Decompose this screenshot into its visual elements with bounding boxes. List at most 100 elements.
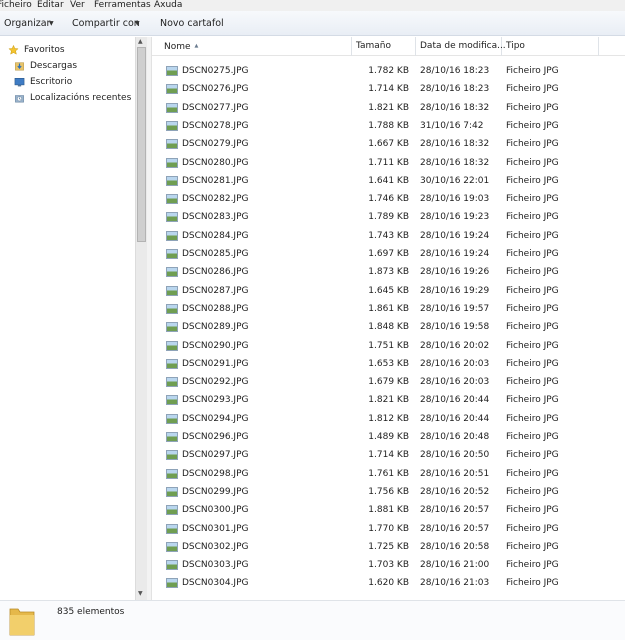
nav-item-escritorio[interactable]: Escritorio	[0, 75, 134, 89]
file-type: Ficheiro JPG	[506, 139, 559, 150]
file-name: DSCN0284.JPG	[182, 230, 249, 241]
desktop-icon	[14, 78, 25, 87]
table-row[interactable]: DSCN0275.JPG 1.782 KB 28/10/16 18:23 Fichei…	[152, 62, 625, 80]
table-row[interactable]: DSCN0278.JPG 1.788 KB 31/10/16 7:42 Ficheir…	[152, 117, 625, 135]
table-row[interactable]: DSCN0279.JPG 1.667 KB 28/10/16 18:32 Fichei…	[152, 135, 625, 153]
file-size: 1.746 KB	[368, 194, 409, 205]
column-header-name[interactable]: Nome ▲	[160, 37, 352, 56]
file-size: 1.751 KB	[368, 340, 409, 351]
file-name: DSCN0299.JPG	[182, 486, 249, 497]
file-date: 28/10/16 20:44	[420, 413, 490, 424]
share-with-button[interactable]: Compartir con	[72, 17, 140, 30]
file-date: 28/10/16 20:50	[420, 450, 490, 461]
scroll-up-icon[interactable]: ▲	[138, 38, 143, 45]
column-header-date[interactable]: Data de modifica...	[416, 37, 506, 56]
file-name: DSCN0300.JPG	[182, 505, 249, 516]
file-name: DSCN0296.JPG	[182, 432, 249, 442]
table-row[interactable]: DSCN0281.JPG 1.641 KB 30/10/16 22:01 Fichei…	[152, 172, 625, 190]
file-size: 1.788 KB	[368, 120, 409, 131]
table-row[interactable]: DSCN0298.JPG 1.761 KB 28/10/16 20:51 Fichei…	[152, 465, 625, 483]
organize-dropdown-icon[interactable]: ▼	[49, 17, 54, 30]
table-row[interactable]: DSCN0292.JPG 1.679 KB 28/10/16 20:03 Fichei…	[152, 373, 625, 391]
table-row[interactable]: DSCN0297.JPG 1.714 KB 28/10/16 20:50 Fichei…	[152, 446, 625, 464]
file-date: 28/10/16 20:44	[420, 395, 490, 406]
jpg-file-icon	[166, 120, 178, 131]
file-size: 1.725 KB	[368, 541, 409, 552]
menu-ficheiro[interactable]: Ficheiro	[0, 0, 32, 11]
recent-places-icon	[15, 95, 24, 103]
column-header-type[interactable]: Tipo	[502, 37, 599, 56]
file-date: 28/10/16 18:23	[420, 84, 490, 95]
table-row[interactable]: DSCN0277.JPG 1.821 KB 28/10/16 18:32 Fichei…	[152, 99, 625, 117]
share-dropdown-icon[interactable]: ▼	[135, 17, 140, 30]
file-date: 28/10/16 20:51	[420, 468, 490, 479]
nav-favorites[interactable]: Favoritos	[0, 43, 134, 57]
table-row[interactable]: DSCN0294.JPG 1.812 KB 28/10/16 20:44 Fichei…	[152, 410, 625, 428]
table-row[interactable]: DSCN0288.JPG 1.861 KB 28/10/16 19:57 Fichei…	[152, 300, 625, 318]
file-type: Ficheiro JPG	[506, 505, 559, 516]
menu-bar: Ficheiro Editar Ver Ferramentas Axuda	[0, 0, 625, 11]
table-row[interactable]: DSCN0302.JPG 1.725 KB 28/10/16 20:58 Fichei…	[152, 538, 625, 556]
file-size: 1.489 KB	[368, 432, 409, 442]
jpg-file-icon	[166, 249, 178, 259]
file-name: DSCN0302.JPG	[182, 541, 249, 552]
table-row[interactable]: DSCN0299.JPG 1.756 KB 28/10/16 20:52 Fichei…	[152, 483, 625, 501]
file-date: 28/10/16 20:57	[420, 523, 490, 534]
table-row[interactable]: DSCN0300.JPG 1.881 KB 28/10/16 20:57 Fichei…	[152, 501, 625, 519]
jpg-file-icon	[166, 377, 178, 388]
table-row[interactable]: DSCN0289.JPG 1.848 KB 28/10/16 19:58 Fichei…	[152, 318, 625, 336]
file-date: 28/10/16 19:26	[420, 267, 490, 278]
menu-editar[interactable]: Editar	[37, 0, 64, 11]
nav-scrollbar[interactable]: ▲ ▼	[135, 37, 147, 600]
table-row[interactable]: DSCN0293.JPG 1.821 KB 28/10/16 20:44 Fichei…	[152, 391, 625, 409]
jpg-file-icon	[166, 157, 178, 168]
file-name: DSCN0276.JPG	[182, 84, 249, 95]
table-row[interactable]: DSCN0282.JPG 1.746 KB 28/10/16 19:03 Fichei…	[152, 190, 625, 208]
nav-scrollbar-thumb[interactable]	[137, 47, 146, 242]
table-row[interactable]: DSCN0280.JPG 1.711 KB 28/10/16 18:32 Fichei…	[152, 154, 625, 172]
file-date: 28/10/16 20:48	[420, 432, 490, 442]
table-row[interactable]: DSCN0303.JPG 1.703 KB 28/10/16 21:00 Fichei…	[152, 556, 625, 574]
scroll-down-icon[interactable]: ▼	[138, 590, 143, 597]
table-row[interactable]: DSCN0285.JPG 1.697 KB 28/10/16 19:24 Fichei…	[152, 245, 625, 263]
file-date: 28/10/16 18:32	[420, 139, 490, 150]
table-row[interactable]: DSCN0291.JPG 1.653 KB 28/10/16 20:03 Fichei…	[152, 355, 625, 373]
file-name: DSCN0285.JPG	[182, 249, 249, 259]
file-type: Ficheiro JPG	[506, 560, 559, 571]
file-size: 1.789 KB	[368, 212, 409, 223]
nav-item-label: Localizacións recentes	[30, 93, 132, 103]
table-row[interactable]: DSCN0283.JPG 1.789 KB 28/10/16 19:23 Fichei…	[152, 208, 625, 226]
column-header-size[interactable]: Tamaño	[352, 37, 416, 56]
file-date: 28/10/16 21:00	[420, 560, 490, 571]
menu-axuda[interactable]: Axuda	[154, 0, 182, 11]
file-name: DSCN0281.JPG	[182, 175, 249, 186]
table-row[interactable]: DSCN0304.JPG 1.620 KB 28/10/16 21:03 Fichei…	[152, 574, 625, 592]
menu-ver[interactable]: Ver	[70, 0, 85, 11]
table-row[interactable]: DSCN0290.JPG 1.751 KB 28/10/16 20:02 Fichei…	[152, 337, 625, 355]
file-date: 28/10/16 20:02	[420, 340, 490, 351]
new-folder-button[interactable]: Novo cartafol	[160, 17, 224, 30]
table-row[interactable]: DSCN0296.JPG 1.489 KB 28/10/16 20:48 Fichei…	[152, 428, 625, 446]
table-row[interactable]: DSCN0287.JPG 1.645 KB 28/10/16 19:29 Fichei…	[152, 282, 625, 300]
file-size: 1.821 KB	[368, 395, 409, 406]
table-row[interactable]: DSCN0301.JPG 1.770 KB 28/10/16 20:57 Fichei…	[152, 520, 625, 538]
menu-ferramentas[interactable]: Ferramentas	[94, 0, 151, 11]
file-date: 28/10/16 20:03	[420, 377, 490, 388]
file-type: Ficheiro JPG	[506, 66, 559, 76]
file-size: 1.620 KB	[368, 578, 409, 589]
nav-item-localizacions-recentes[interactable]: Localizacións recentes	[0, 91, 134, 105]
nav-item-descargas[interactable]: Descargas	[0, 59, 134, 73]
sort-ascending-icon: ▲	[194, 43, 199, 49]
table-row[interactable]: DSCN0276.JPG 1.714 KB 28/10/16 18:23 Fichei…	[152, 80, 625, 98]
table-row[interactable]: DSCN0284.JPG 1.743 KB 28/10/16 19:24 Fichei…	[152, 227, 625, 245]
nav-favorites-label: Favoritos	[24, 45, 65, 55]
table-row[interactable]: DSCN0286.JPG 1.873 KB 28/10/16 19:26 Fichei…	[152, 263, 625, 281]
file-type: Ficheiro JPG	[506, 450, 559, 461]
jpg-file-icon	[166, 84, 178, 95]
item-count: 835 elementos	[57, 607, 125, 617]
file-size: 1.743 KB	[368, 230, 409, 241]
organize-button[interactable]: Organizar	[4, 17, 50, 30]
star-icon	[8, 45, 19, 55]
command-bar: Organizar ▼ Compartir con ▼ Novo cartafo…	[0, 11, 625, 36]
jpg-file-icon	[166, 578, 178, 589]
